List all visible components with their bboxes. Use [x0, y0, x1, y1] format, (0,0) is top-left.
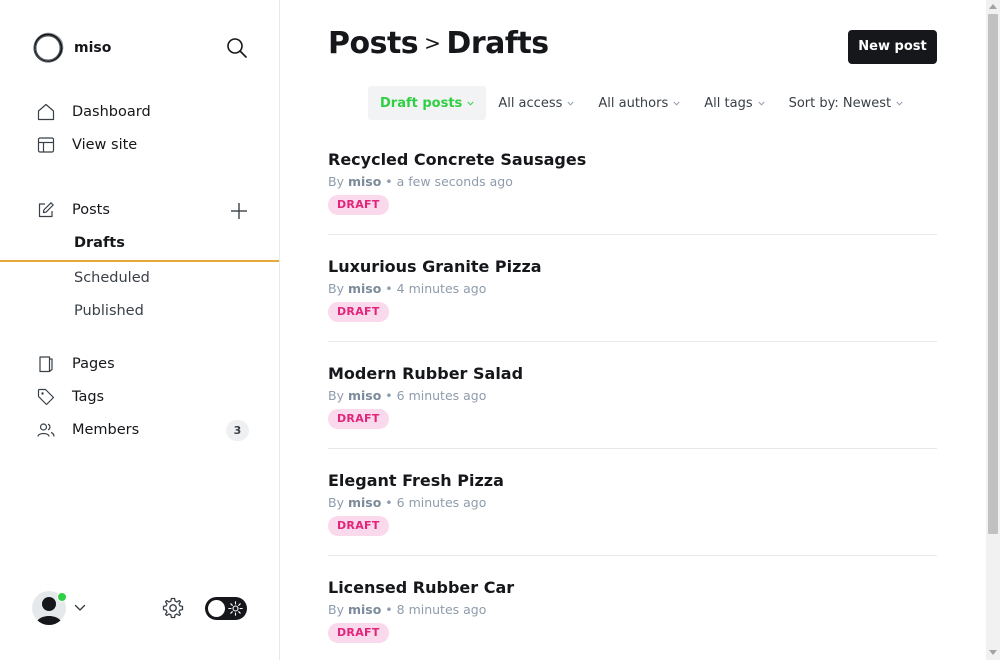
post-list-item[interactable]: Elegant Fresh Pizza By miso • 6 minutes …	[328, 449, 937, 556]
nav-pages[interactable]: Pages	[0, 349, 279, 379]
filter-access[interactable]: All access	[486, 86, 586, 120]
nav-view-site-label: View site	[72, 137, 138, 153]
chevron-down-icon	[758, 101, 765, 106]
new-post-button[interactable]: New post	[848, 30, 937, 64]
nav-dashboard-label: Dashboard	[72, 104, 151, 120]
nav-pages-label: Pages	[72, 356, 115, 372]
toggle-knob	[208, 600, 225, 617]
sidebar: miso Dashboard View site Posts Drafts Sc…	[0, 0, 280, 660]
search-icon[interactable]	[226, 37, 248, 59]
status-badge: DRAFT	[328, 302, 389, 322]
brand[interactable]: miso	[32, 32, 111, 64]
post-time: 6 minutes ago	[396, 495, 487, 510]
sun-icon	[228, 601, 243, 616]
post-meta: By miso • 4 minutes ago	[328, 281, 487, 296]
post-title[interactable]: Licensed Rubber Car	[328, 578, 514, 597]
filter-authors[interactable]: All authors	[586, 86, 692, 120]
add-post-icon[interactable]	[229, 201, 249, 221]
chevron-down-icon	[467, 101, 474, 106]
post-by: By	[328, 281, 344, 296]
page-scrollbar[interactable]	[986, 0, 1000, 660]
post-title[interactable]: Elegant Fresh Pizza	[328, 471, 504, 490]
edit-icon	[38, 202, 54, 218]
scrollbar-thumb[interactable]	[988, 14, 998, 534]
filter-sort-label: Sort by: Newest	[788, 95, 892, 111]
chevron-down-icon[interactable]	[74, 602, 86, 614]
nav-tags[interactable]: Tags	[0, 382, 279, 412]
post-by: By	[328, 174, 344, 189]
main-content: Posts > Drafts New post Draft posts All ac…	[280, 0, 986, 660]
sidebar-item-published[interactable]: Published	[0, 297, 279, 327]
sidebar-item-drafts[interactable]: Drafts	[0, 228, 279, 262]
nav-view-site[interactable]: View site	[0, 130, 279, 160]
post-list-item[interactable]: Luxurious Granite Pizza By miso • 4 minu…	[328, 235, 937, 342]
post-list-item[interactable]: Modern Rubber Salad By miso • 6 minutes …	[328, 342, 937, 449]
dark-mode-toggle[interactable]	[205, 597, 247, 620]
sidebar-item-scheduled[interactable]: Scheduled	[0, 264, 279, 294]
filter-type-label: Draft posts	[380, 95, 463, 111]
post-list-item[interactable]: Recycled Concrete Sausages By miso • a f…	[328, 128, 937, 235]
nav-members-label: Members	[72, 422, 140, 438]
sidebar-item-scheduled-label: Scheduled	[74, 270, 150, 286]
post-list-item[interactable]: Licensed Rubber Car By miso • 8 minutes …	[328, 556, 937, 660]
tag-icon	[37, 388, 55, 406]
filter-tags[interactable]: All tags	[692, 86, 776, 120]
status-badge: DRAFT	[328, 623, 389, 643]
post-author: miso	[347, 281, 382, 296]
page-icon	[39, 356, 53, 373]
layout-icon	[37, 137, 55, 153]
post-title[interactable]: Recycled Concrete Sausages	[328, 150, 586, 169]
post-time: 6 minutes ago	[396, 388, 487, 403]
filter-authors-label: All authors	[598, 95, 669, 111]
post-title[interactable]: Luxurious Granite Pizza	[328, 257, 542, 276]
members-count-badge: 3	[226, 420, 249, 441]
members-icon	[37, 423, 55, 437]
online-status-dot	[57, 592, 67, 602]
sidebar-item-published-label: Published	[74, 303, 144, 319]
status-badge: DRAFT	[328, 516, 389, 536]
sidebar-item-drafts-label: Drafts	[74, 235, 125, 251]
chevron-down-icon	[896, 101, 903, 106]
page-title: Posts > Drafts	[328, 26, 549, 61]
site-logo-icon	[33, 32, 64, 63]
post-by: By	[328, 495, 344, 510]
post-meta: By miso • a few seconds ago	[328, 174, 513, 189]
post-time: 8 minutes ago	[396, 602, 487, 617]
filter-type[interactable]: Draft posts	[368, 86, 487, 120]
status-badge: DRAFT	[328, 409, 389, 429]
post-title[interactable]: Modern Rubber Salad	[328, 364, 523, 383]
filter-bar: Draft posts All access All authors All t…	[368, 86, 915, 120]
post-meta: By miso • 6 minutes ago	[328, 388, 487, 403]
scroll-up-arrow-icon[interactable]	[989, 3, 997, 9]
post-meta: By miso • 8 minutes ago	[328, 602, 487, 617]
post-meta: By miso • 6 minutes ago	[328, 495, 487, 510]
post-by: By	[328, 602, 344, 617]
post-list: Recycled Concrete Sausages By miso • a f…	[328, 128, 937, 660]
post-author: miso	[347, 174, 382, 189]
post-author: miso	[347, 495, 382, 510]
chevron-down-icon	[673, 101, 680, 106]
site-name: miso	[74, 40, 112, 56]
gear-icon[interactable]	[162, 597, 184, 619]
breadcrumb-posts[interactable]: Posts	[328, 26, 419, 61]
post-author: miso	[347, 602, 382, 617]
chevron-down-icon	[567, 101, 574, 106]
post-by: By	[328, 388, 344, 403]
breadcrumb-drafts: Drafts	[446, 26, 549, 61]
breadcrumb-separator: >	[424, 31, 441, 55]
nav-tags-label: Tags	[72, 389, 105, 405]
status-badge: DRAFT	[328, 195, 389, 215]
post-author: miso	[347, 388, 382, 403]
nav-dashboard[interactable]: Dashboard	[0, 97, 279, 127]
filter-tags-label: All tags	[704, 95, 753, 111]
home-icon	[37, 103, 55, 121]
filter-sort[interactable]: Sort by: Newest	[777, 86, 916, 120]
post-time: a few seconds ago	[396, 174, 513, 189]
filter-access-label: All access	[498, 95, 563, 111]
nav-posts-label: Posts	[72, 202, 110, 218]
scroll-down-arrow-icon[interactable]	[989, 650, 997, 656]
post-time: 4 minutes ago	[396, 281, 487, 296]
